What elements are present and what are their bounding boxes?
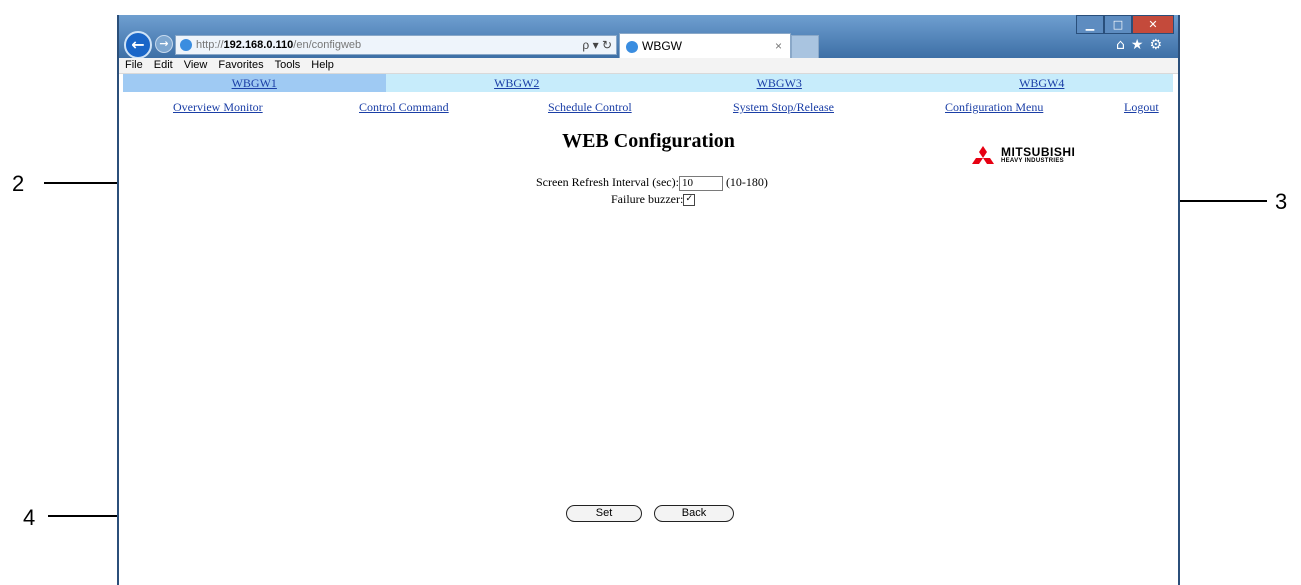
- refresh-interval-row: Screen Refresh Interval (sec): (10-180): [536, 175, 768, 191]
- address-host: 192.168.0.110: [223, 39, 294, 51]
- link-system-stop-release[interactable]: System Stop/Release: [733, 100, 834, 115]
- back-button[interactable]: Back: [654, 505, 734, 522]
- menu-tools[interactable]: Tools: [275, 59, 301, 71]
- maximize-icon[interactable]: □: [1104, 15, 1132, 34]
- menu-view[interactable]: View: [184, 59, 208, 71]
- browser-titlebar: ← → http://192.168.0.110/en/configweb ρ …: [119, 15, 1178, 59]
- tab-wbgw3[interactable]: WBGW3: [648, 74, 911, 92]
- toolbar-icons: ⌂★⚙: [1116, 37, 1168, 53]
- nav-links: Overview Monitor Control Command Schedul…: [123, 100, 1173, 116]
- logo-line1: MITSUBISHI: [1001, 145, 1076, 159]
- refresh-interval-input[interactable]: [678, 175, 723, 191]
- ie-icon: [626, 40, 638, 53]
- set-button[interactable]: Set: [566, 505, 642, 522]
- menu-edit[interactable]: Edit: [154, 59, 173, 71]
- link-configuration-menu[interactable]: Configuration Menu: [945, 100, 1043, 115]
- callout-2: 2: [12, 171, 25, 196]
- link-logout[interactable]: Logout: [1124, 100, 1159, 115]
- address-bar[interactable]: http://192.168.0.110/en/configweb ρ ▾ ↻: [175, 35, 617, 55]
- address-path: /en/configweb: [293, 39, 362, 51]
- gear-icon[interactable]: ⚙: [1149, 37, 1168, 53]
- new-tab-button[interactable]: [791, 35, 819, 59]
- link-schedule-control[interactable]: Schedule Control: [548, 100, 632, 115]
- search-refresh-icon[interactable]: ρ ▾ ↻: [582, 36, 612, 54]
- callout-4: 4: [23, 505, 36, 530]
- three-diamonds-icon: [972, 146, 994, 164]
- link-control-command[interactable]: Control Command: [359, 100, 449, 115]
- favorites-star-icon[interactable]: ★: [1131, 37, 1150, 53]
- tab-wbgw1[interactable]: WBGW1: [123, 74, 386, 92]
- menu-bar: File Edit View Favorites Tools Help: [119, 58, 1178, 74]
- browser-window: ← → http://192.168.0.110/en/configweb ρ …: [117, 15, 1180, 585]
- logo-text: MITSUBISHI HEAVY INDUSTRIES: [1001, 145, 1076, 166]
- callout-3: 3: [1275, 189, 1288, 214]
- failure-buzzer-checkbox[interactable]: ✓: [683, 194, 696, 207]
- window-controls: ▁ □ ✕: [1076, 15, 1174, 34]
- address-protocol: http://: [196, 39, 224, 51]
- minimize-icon[interactable]: ▁: [1076, 15, 1104, 34]
- mitsubishi-logo: MITSUBISHI HEAVY INDUSTRIES: [969, 146, 1075, 170]
- link-overview-monitor[interactable]: Overview Monitor: [173, 100, 263, 115]
- tab-title: WBGW: [642, 39, 682, 53]
- close-icon[interactable]: ✕: [1132, 15, 1174, 34]
- forward-arrow-icon[interactable]: →: [155, 35, 173, 53]
- failure-buzzer-row: Failure buzzer: ✓: [611, 192, 696, 207]
- tab-wbgw2[interactable]: WBGW2: [385, 74, 648, 92]
- home-icon[interactable]: ⌂: [1116, 37, 1131, 53]
- menu-file[interactable]: File: [125, 59, 143, 71]
- gateway-tabs: WBGW1 WBGW2 WBGW3 WBGW4: [123, 74, 1173, 92]
- failure-buzzer-label: Failure buzzer:: [611, 192, 684, 206]
- ie-icon: [180, 39, 192, 52]
- menu-favorites[interactable]: Favorites: [218, 59, 263, 71]
- back-arrow-icon[interactable]: ←: [124, 31, 152, 59]
- refresh-interval-label: Screen Refresh Interval (sec):: [536, 175, 679, 189]
- close-tab-icon[interactable]: ×: [775, 34, 782, 58]
- browser-tab[interactable]: WBGW ×: [619, 33, 791, 58]
- refresh-interval-range: (10-180): [725, 175, 768, 189]
- tab-wbgw4[interactable]: WBGW4: [910, 74, 1173, 92]
- menu-help[interactable]: Help: [311, 59, 334, 71]
